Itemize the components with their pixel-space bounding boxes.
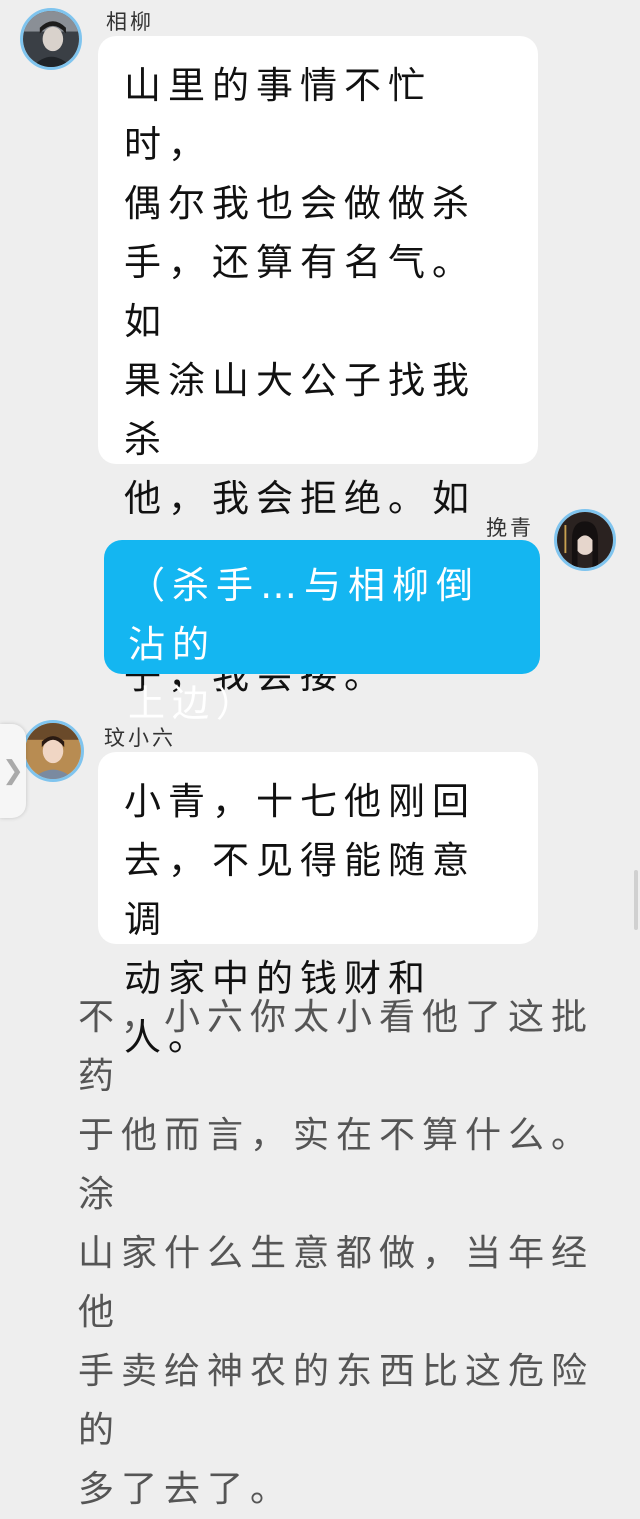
scrollbar[interactable]: [634, 870, 638, 930]
avatar-xiangliu-image: [23, 11, 79, 67]
avatar-xiaoliu-image: [25, 723, 81, 779]
avatar-xiaoliu[interactable]: [22, 720, 84, 782]
sender-name: 玟小六: [104, 726, 176, 750]
message-bubble: 山里的事情不忙时， 偶尔我也会做做杀 手，还算有名气。如 果涂山大公子找我杀 他…: [98, 36, 538, 697]
avatar-wanqing-image: [557, 512, 613, 568]
side-panel-handle[interactable]: ❯: [0, 724, 26, 818]
message-bubble-self: （杀手…与相柳倒沾的 上边）: [104, 540, 540, 725]
sender-name: 挽青: [486, 516, 534, 540]
avatar-xiangliu[interactable]: [20, 8, 82, 70]
chevron-right-icon: ❯: [2, 756, 24, 786]
message-bubble: 小青，十七他刚回 去，不见得能随意调 动家中的钱财和人。: [98, 752, 538, 1059]
narration-text: 不，小六你太小看他了这批药 于他而言，实在不算什么。涂 山家什么生意都做，当年经…: [78, 997, 595, 1510]
sender-name: 相柳: [106, 10, 154, 34]
avatar-wanqing[interactable]: [554, 509, 616, 571]
